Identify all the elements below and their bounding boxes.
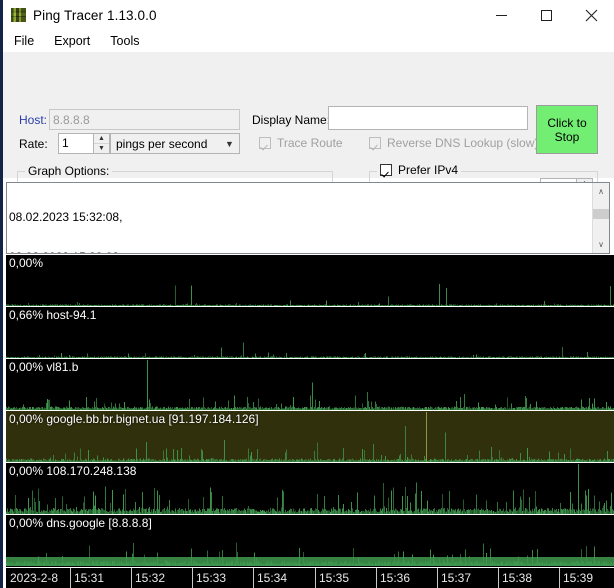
rate-spin-buttons[interactable]: ▲ ▼ [93,133,110,154]
axis-tick [131,568,132,588]
window-title: Ping Tracer 1.13.0.0 [33,7,157,23]
hop-label-4: 0,00% 108.170.248.138 [9,464,137,478]
hop-panel-0[interactable]: 0,00% [6,255,614,307]
chevron-down-icon[interactable]: ▼ [220,139,239,149]
axis-tick-label: 15:36 [380,571,411,585]
menu-tools[interactable]: Tools [101,32,148,50]
hop-label-1: 0,66% host-94.1 [9,308,97,322]
settings-panel: Host: Display Name: Rate: 1 ▲ ▼ pings pe… [3,52,614,226]
stop-button-line2: Stop [554,129,580,144]
log-line: 08.02.2023 15:32:08, [9,209,123,224]
axis-tick [192,568,193,588]
scroll-down-icon[interactable]: ∨ [593,236,609,253]
log-line: 08.02.2023 15:33:08, [9,250,592,253]
hop-graph-stack: 0,00% 0,66% host-94.1 0,00% vl81.b 0,00%… [6,255,614,588]
window-controls [479,0,614,30]
host-label[interactable]: Host: [19,113,47,127]
prefer-ipv4-label: Prefer IPv4 [398,163,459,177]
axis-tick [559,568,560,588]
rate-unit-value: pings per second [116,136,208,151]
hop-panel-4[interactable]: 0,00% 108.170.248.138 [6,463,614,515]
axis-tick [315,568,316,588]
axis-tick [376,568,377,588]
scroll-up-icon[interactable]: ∧ [593,183,609,200]
reverse-dns-checkbox[interactable]: Reverse DNS Lookup (slow) [369,136,538,150]
checkbox-check-icon [369,137,381,149]
hop-sparkline [6,342,614,358]
axis-date-label: 2023-2-8 [10,571,59,585]
axis-tick-label: 15:38 [502,571,533,585]
rate-spin-up-icon[interactable]: ▲ [94,134,109,144]
scrollbar-track[interactable] [593,200,609,236]
menu-bar: File Export Tools [3,30,614,52]
hop-panel-2[interactable]: 0,00% vl81.b [6,359,614,411]
axis-tick-label: 15:33 [196,571,227,585]
hop-sparkline [6,283,614,306]
time-axis: 2023-2-8 15:31 15:32 15:33 15:34 15:35 15:36 15… [6,567,614,588]
trace-route-checkbox[interactable]: Trace Route [259,136,343,150]
trace-route-label: Trace Route [277,136,343,150]
rate-stepper[interactable]: 1 ▲ ▼ [58,133,110,154]
event-log-text: 08.02.2023 15:32:08, 08.02.2023 15:33:08… [7,183,592,253]
close-icon[interactable] [569,0,614,30]
ping-tracer-window: Ping Tracer 1.13.0.0 File Export Tools H… [0,0,614,588]
axis-tick-label: 15:35 [319,571,350,585]
hop-panel-5[interactable]: 0,00% dns.google [8.8.8.8] [6,515,614,567]
axis-tick-label: 15:39 [563,571,594,585]
hop-label-3: 0,00% google.bb.br.bignet.ua [91.197.184… [9,412,259,426]
menu-export[interactable]: Export [45,32,99,50]
hop-panel-1[interactable]: 0,66% host-94.1 [6,307,614,359]
rate-label: Rate: [19,137,48,151]
maximize-icon[interactable] [524,0,569,30]
rate-spin-down-icon[interactable]: ▼ [94,144,109,153]
graph-options-title: Graph Options: [25,164,113,178]
event-log-box[interactable]: 08.02.2023 15:32:08, 08.02.2023 15:33:08… [6,182,610,254]
stop-button-line1: Click to [547,115,587,130]
display-name-label: Display Name: [252,113,331,127]
log-scrollbar[interactable]: ∧ ∨ [592,183,609,253]
axis-tick-label: 15:37 [441,571,472,585]
axis-tick [253,568,254,588]
axis-tick-label: 15:34 [257,571,288,585]
prefer-ipv4-checkbox[interactable]: Prefer IPv4 [377,163,462,177]
rate-value[interactable]: 1 [58,133,93,154]
display-name-input[interactable] [328,106,528,130]
checkbox-check-icon [259,137,271,149]
host-input[interactable] [49,109,240,130]
scrollbar-thumb[interactable] [593,209,609,219]
hop-label-0: 0,00% [9,256,44,270]
hop-label-2: 0,00% vl81.b [9,360,79,374]
hop-panel-3[interactable]: 0,00% google.bb.br.bignet.ua [91.197.184… [6,411,614,463]
checkbox-check-icon [380,164,392,176]
start-stop-button[interactable]: Click to Stop [536,105,598,154]
reverse-dns-label: Reverse DNS Lookup (slow) [387,136,539,150]
axis-tick [437,568,438,588]
axis-tick [70,568,71,588]
axis-tick-label: 15:31 [74,571,105,585]
minimize-icon[interactable] [479,0,524,30]
app-grid-icon [11,8,26,22]
rate-unit-select[interactable]: pings per second ▼ [110,133,240,154]
axis-tick [498,568,499,588]
axis-tick-label: 15:32 [135,571,166,585]
title-bar: Ping Tracer 1.13.0.0 [3,0,614,30]
menu-file[interactable]: File [5,32,43,50]
hop-label-5: 0,00% dns.google [8.8.8.8] [9,516,152,530]
hop-sparkline [6,360,614,410]
